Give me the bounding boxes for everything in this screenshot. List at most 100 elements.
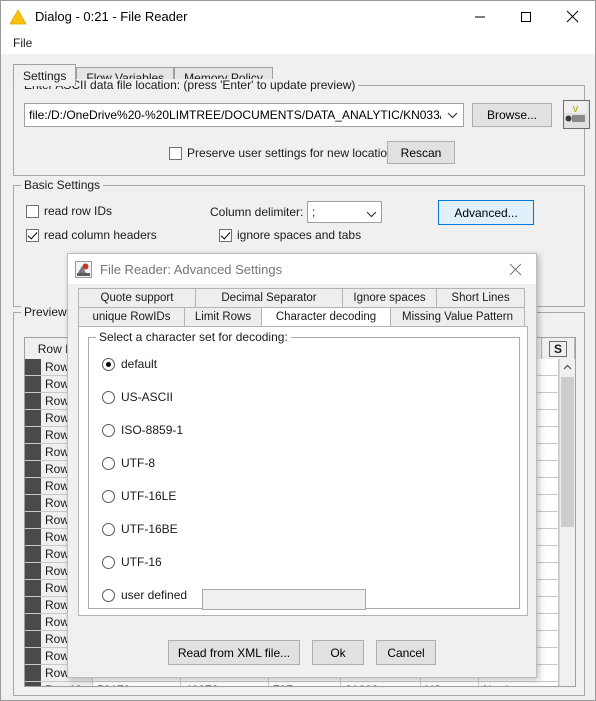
- advanced-tab-missing-value-pattern[interactable]: Missing Value Pattern: [390, 307, 525, 326]
- charset-option-label: UTF-16BE: [121, 522, 178, 536]
- table-cell: Northwest: [479, 682, 559, 686]
- radio-button[interactable]: [102, 390, 115, 404]
- maximize-button[interactable]: [503, 1, 549, 32]
- svg-text:v: v: [573, 103, 579, 115]
- advanced-tab-unique-rowids[interactable]: unique RowIDs: [78, 307, 185, 326]
- table-cell: 21608: [341, 682, 421, 686]
- character-decoding-panel: Select a character set for decoding: def…: [78, 326, 528, 616]
- preserve-settings-row: Preserve user settings for new location: [169, 146, 394, 160]
- radio-button[interactable]: [102, 555, 115, 569]
- close-button[interactable]: [549, 1, 595, 32]
- advanced-tab-short-lines[interactable]: Short Lines: [436, 288, 525, 307]
- sort-indicator: S: [549, 340, 568, 357]
- row-grip: [25, 495, 41, 511]
- file-location-group: Enter ASCII data file location: (press '…: [13, 79, 590, 176]
- browse-button[interactable]: Browse...: [472, 103, 552, 127]
- row-grip: [25, 580, 41, 596]
- minimize-button[interactable]: [457, 1, 503, 32]
- row-grip: [25, 597, 41, 613]
- radio-button[interactable]: [102, 423, 115, 437]
- table-row[interactable]: Row19531794607270721608USNorthwestNort: [25, 682, 575, 686]
- radio-button[interactable]: [102, 489, 115, 503]
- read-row-ids-checkbox[interactable]: [26, 204, 39, 218]
- charset-option-label: UTF-8: [121, 456, 155, 470]
- advanced-tab-row-1: Quote support Decimal Separator Ignore spa…: [78, 288, 528, 307]
- preview-group-title: Preview: [21, 306, 70, 318]
- charset-option-us-ascii[interactable]: US-ASCII: [102, 389, 173, 405]
- radio-button[interactable]: [102, 588, 115, 602]
- advanced-settings-dialog: File Reader: Advanced Settings Quote sup…: [67, 253, 537, 678]
- preview-column-header[interactable]: S: [542, 338, 575, 359]
- user-defined-charset-input[interactable]: [202, 589, 366, 610]
- charset-option-utf-16be[interactable]: UTF-16BE: [102, 521, 178, 537]
- flow-variable-icon: v: [564, 101, 587, 122]
- advanced-tab-limit-rows[interactable]: Limit Rows: [184, 307, 262, 326]
- row-grip: [25, 444, 41, 460]
- rescan-button[interactable]: Rescan: [387, 141, 455, 164]
- chevron-down-icon[interactable]: [441, 111, 463, 119]
- close-icon: [566, 10, 578, 23]
- charset-option-utf-16le[interactable]: UTF-16LE: [102, 488, 176, 504]
- advanced-dialog-title: File Reader: Advanced Settings: [100, 261, 283, 277]
- column-delimiter-combobox[interactable]: ;: [307, 201, 382, 223]
- charset-option-label: UTF-16: [121, 555, 162, 569]
- read-column-headers-checkbox[interactable]: [26, 228, 39, 242]
- minimize-icon: [475, 16, 485, 17]
- advanced-tab-quote-support[interactable]: Quote support: [78, 288, 196, 307]
- table-cell: 53179: [93, 682, 181, 686]
- scroll-up-icon[interactable]: [560, 359, 575, 376]
- charset-option-iso-8859-1[interactable]: ISO-8859-1: [102, 422, 183, 438]
- column-delimiter-label: Column delimiter:: [210, 205, 304, 219]
- charset-option-label: default: [121, 357, 158, 371]
- window-title-bar: Dialog - 0:21 - File Reader: [1, 1, 595, 32]
- preserve-settings-checkbox[interactable]: [169, 146, 182, 160]
- charset-option-default[interactable]: default: [102, 356, 157, 372]
- ignore-spaces-label: ignore spaces and tabs: [237, 228, 362, 242]
- advanced-tab-row-2: unique RowIDs Limit Rows Character decodin…: [78, 307, 528, 326]
- flow-variable-button[interactable]: v: [563, 100, 590, 129]
- file-reader-icon: [75, 260, 92, 278]
- table-cell: 707: [269, 682, 341, 686]
- charset-option-user-defined[interactable]: user defined: [102, 587, 187, 603]
- radio-button[interactable]: [102, 456, 115, 470]
- ok-button[interactable]: Ok: [312, 640, 364, 665]
- charset-option-label: US-ASCII: [121, 390, 174, 404]
- radio-button[interactable]: [102, 522, 115, 536]
- advanced-tab-character-decoding[interactable]: Character decoding: [261, 307, 391, 326]
- menu-item-file[interactable]: File: [9, 34, 36, 52]
- chevron-down-icon[interactable]: [366, 207, 377, 221]
- row-grip: [25, 393, 41, 409]
- preview-table-vertical-scrollbar[interactable]: [559, 359, 575, 686]
- charset-group-title: Select a character set for decoding:: [96, 331, 291, 343]
- scrollbar-thumb[interactable]: [561, 377, 574, 527]
- cancel-button[interactable]: Cancel: [376, 640, 436, 665]
- table-cell: 46072: [181, 682, 269, 686]
- row-grip: [25, 410, 41, 426]
- advanced-dialog-close-button[interactable]: [494, 254, 536, 284]
- close-icon: [509, 263, 521, 275]
- maximize-icon: [521, 11, 531, 22]
- column-delimiter-value: ;: [312, 205, 316, 219]
- tab-settings[interactable]: Settings: [13, 64, 77, 86]
- basic-settings-group-title: Basic Settings: [21, 179, 104, 191]
- row-grip: [25, 682, 41, 686]
- ignore-spaces-checkbox[interactable]: [219, 228, 232, 242]
- charset-group: Select a character set for decoding: def…: [88, 331, 520, 610]
- warning-triangle-icon: [9, 8, 27, 24]
- radio-button[interactable]: [102, 357, 115, 371]
- row-grip: [25, 614, 41, 630]
- row-grip: [25, 546, 41, 562]
- row-grip: [25, 665, 41, 681]
- file-path-combobox[interactable]: file:/D:/OneDrive%20-%20LIMTREE/DOCUMENT…: [24, 103, 464, 127]
- charset-option-utf-8[interactable]: UTF-8: [102, 455, 155, 471]
- advanced-tab-ignore-spaces[interactable]: Ignore spaces: [342, 288, 437, 307]
- advanced-tab-decimal-separator[interactable]: Decimal Separator: [195, 288, 343, 307]
- read-row-ids-label: read row IDs: [44, 204, 113, 218]
- charset-option-utf-16[interactable]: UTF-16: [102, 554, 162, 570]
- table-cell: US: [421, 682, 479, 686]
- read-from-xml-button[interactable]: Read from XML file...: [168, 640, 300, 665]
- row-grip: [25, 529, 41, 545]
- read-column-headers-label: read column headers: [44, 228, 157, 242]
- advanced-button[interactable]: Advanced...: [438, 200, 534, 225]
- row-grip: [25, 478, 41, 494]
